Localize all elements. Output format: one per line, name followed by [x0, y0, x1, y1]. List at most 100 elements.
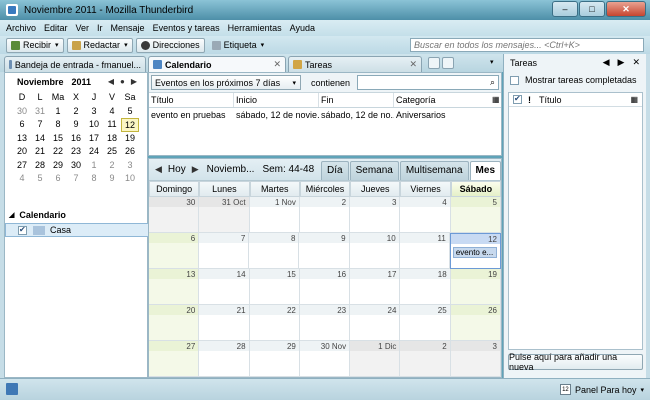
event-search-input[interactable]: ⌕: [357, 75, 499, 90]
minimonth-day[interactable]: 8: [49, 118, 67, 132]
close-icon[interactable]: ✕: [409, 59, 417, 70]
maximize-button[interactable]: □: [579, 1, 605, 17]
minimonth-year[interactable]: 2011: [72, 77, 92, 87]
menu-herramientas[interactable]: Herramientas: [228, 23, 282, 33]
minimonth-day[interactable]: 3: [121, 159, 139, 173]
minimonth-day[interactable]: 1: [49, 105, 67, 119]
minimonth-month[interactable]: Noviembre: [17, 77, 64, 87]
tab-day[interactable]: Día: [321, 161, 349, 180]
month-day-cell[interactable]: 6: [149, 233, 200, 269]
tab-tasks[interactable]: Tareas ✕: [288, 56, 422, 72]
minimonth-day[interactable]: 7: [67, 172, 85, 186]
minimonth-day[interactable]: 5: [121, 105, 139, 119]
month-day-cell[interactable]: 23: [299, 305, 351, 341]
month-day-cell[interactable]: 22: [249, 305, 300, 341]
close-icon[interactable]: ✕: [273, 59, 281, 70]
minimize-button[interactable]: –: [552, 1, 578, 17]
column-picker-icon[interactable]: ▦: [630, 95, 638, 104]
menu-ver[interactable]: Ver: [76, 23, 90, 33]
column-header-titulo[interactable]: Título: [149, 93, 234, 107]
month-day-cell[interactable]: 9: [299, 233, 350, 269]
month-day-cell[interactable]: 30 Nov: [299, 341, 351, 377]
show-completed-checkbox[interactable]: [510, 75, 519, 85]
etiqueta-button[interactable]: Etiqueta ▾: [208, 38, 269, 53]
table-row[interactable]: evento en pruebas sábado, 12 de novie...…: [149, 108, 501, 123]
minimonth-day[interactable]: 15: [49, 132, 67, 146]
tab-week[interactable]: Semana: [349, 161, 399, 180]
minimonth-day[interactable]: 2: [103, 159, 121, 173]
menu-archivo[interactable]: Archivo: [6, 23, 36, 33]
minimonth-day[interactable]: 21: [31, 145, 49, 159]
online-status-icon[interactable]: [6, 383, 18, 395]
recibir-button[interactable]: Recibir ▾: [6, 37, 64, 53]
minimonth-day[interactable]: 23: [67, 145, 85, 159]
minimonth-day[interactable]: 24: [85, 145, 103, 159]
month-day-cell[interactable]: 5: [450, 197, 501, 233]
month-day-cell[interactable]: 2: [299, 197, 351, 233]
next-month-icon[interactable]: ▶: [131, 77, 137, 86]
minimonth-day[interactable]: 4: [13, 172, 31, 186]
month-day-cell[interactable]: 30: [149, 197, 200, 233]
today-pane-toggle[interactable]: 12 Panel Para hoy ▾: [559, 382, 644, 397]
today-button[interactable]: Hoy: [168, 164, 186, 175]
collapse-triangle-icon[interactable]: ◢: [9, 211, 14, 219]
minimonth-day[interactable]: 1: [85, 159, 103, 173]
minimonth-today[interactable]: 12: [121, 118, 139, 132]
column-picker-icon[interactable]: ▦: [492, 93, 500, 107]
tab-calendar[interactable]: Calendario ✕: [148, 56, 286, 72]
minimonth-day[interactable]: 31: [31, 105, 49, 119]
month-day-cell[interactable]: 10: [349, 233, 400, 269]
month-day-cell[interactable]: 26: [450, 305, 501, 341]
minimonth-day[interactable]: 9: [103, 172, 121, 186]
minimonth-day[interactable]: 9: [67, 118, 85, 132]
month-day-cell[interactable]: 20: [149, 305, 200, 341]
close-button[interactable]: ✕: [606, 1, 646, 17]
month-day-cell-today[interactable]: 12 evento e...: [449, 233, 501, 269]
minimonth-day[interactable]: 19: [121, 132, 139, 146]
month-day-cell[interactable]: 28: [199, 341, 250, 377]
minimonth-day[interactable]: 10: [121, 172, 139, 186]
chevron-down-icon[interactable]: ▾: [640, 386, 644, 394]
minimonth-day[interactable]: 27: [13, 159, 31, 173]
month-day-cell[interactable]: 18: [400, 269, 451, 305]
direcciones-button[interactable]: Direcciones: [135, 37, 205, 53]
today-circle-icon[interactable]: ●: [120, 77, 125, 86]
global-search-input[interactable]: [414, 40, 634, 50]
menu-ir[interactable]: Ir: [97, 23, 103, 33]
minimonth-day[interactable]: 5: [31, 172, 49, 186]
menu-ayuda[interactable]: Ayuda: [290, 23, 315, 33]
month-day-cell[interactable]: 7: [199, 233, 250, 269]
month-day-cell[interactable]: 27: [149, 341, 200, 377]
minimonth-day[interactable]: 7: [31, 118, 49, 132]
search-icon[interactable]: ⌕: [490, 77, 495, 88]
month-day-cell[interactable]: 16: [299, 269, 351, 305]
month-day-cell[interactable]: 29: [249, 341, 300, 377]
minimonth-day[interactable]: 6: [49, 172, 67, 186]
previous-icon[interactable]: ◀: [603, 57, 610, 68]
month-day-cell[interactable]: 1 Nov: [249, 197, 300, 233]
add-task-button[interactable]: Pulse aquí para añadir una nueva: [508, 352, 643, 372]
minimonth-day[interactable]: 14: [31, 132, 49, 146]
menu-mensaje[interactable]: Mensaje: [111, 23, 145, 33]
month-day-cell[interactable]: 11: [399, 233, 450, 269]
minimonth-day[interactable]: 17: [85, 132, 103, 146]
minimonth-day[interactable]: 3: [85, 105, 103, 119]
tab-month[interactable]: Mes: [469, 161, 501, 180]
calendar-mode-icon[interactable]: [428, 57, 440, 69]
next-icon[interactable]: ▶: [192, 164, 199, 175]
month-day-cell[interactable]: 1 Dic: [350, 341, 401, 377]
month-day-cell[interactable]: 3: [350, 197, 401, 233]
previous-month-icon[interactable]: ◀: [108, 77, 114, 86]
menu-eventos-tareas[interactable]: Eventos y tareas: [153, 23, 220, 33]
chevron-down-icon[interactable]: ▾: [124, 41, 128, 49]
minimonth-day[interactable]: 11: [103, 118, 121, 132]
event-chip[interactable]: evento e...: [452, 247, 497, 258]
minimonth-day[interactable]: 8: [85, 172, 103, 186]
month-day-cell[interactable]: 13: [149, 269, 200, 305]
calendar-list-header[interactable]: ◢ Calendario: [5, 207, 149, 223]
close-icon[interactable]: ✕: [632, 57, 640, 68]
minimonth-day[interactable]: 13: [13, 132, 31, 146]
month-day-cell[interactable]: 15: [249, 269, 300, 305]
minimonth-day[interactable]: 28: [31, 159, 49, 173]
previous-icon[interactable]: ◀: [155, 164, 162, 175]
